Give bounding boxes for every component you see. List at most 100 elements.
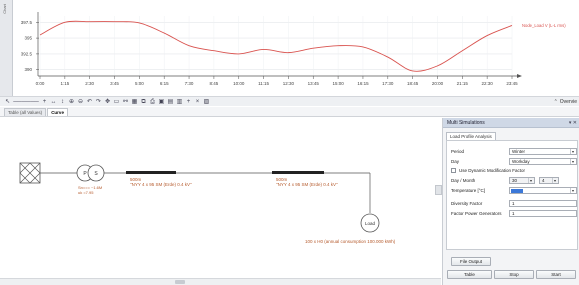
chart-icon[interactable]: ▥ [176,99,183,106]
external-grid-icon[interactable] [19,162,41,184]
table-button[interactable]: Table [447,270,492,279]
chart-tabs: Table (all Values) Curve [0,107,579,117]
horizontal-scrollbar[interactable] [0,278,441,285]
network-svg: P S Sn=== ~1.6M uk =7.95 500m "NYY 4 x 9… [19,162,396,244]
day-select[interactable]: Workday ▾ [509,158,577,165]
pan-icon[interactable]: ✥ [104,99,111,106]
period-value: Winter [512,149,526,154]
day-label: Day [451,159,460,164]
tab-table-all-values[interactable]: Table (all Values) [4,108,47,116]
month-number-select[interactable]: 4 ▾ [539,177,559,184]
pointer-icon[interactable]: ↖ [4,99,11,106]
period-select[interactable]: Winter ▾ [509,148,577,155]
temperature-label: Temperature [°C] [451,188,486,193]
overview-arrow-icon: ⌃ [553,99,558,105]
fit-icon[interactable]: ↕ [59,99,66,106]
x-tick-label: 6:15 [160,81,169,86]
link-icon[interactable]: ⚯ [122,99,129,106]
x-tick-label: 7:30 [185,81,194,86]
x-tick-label: 2:30 [85,81,94,86]
load-node-icon[interactable]: Load [360,213,380,233]
x-tick-label: 11:15 [258,81,269,86]
transformer-icon[interactable]: P S [76,164,105,182]
temperature-select[interactable]: ▾ [509,187,577,194]
copy-icon[interactable]: ⧉ [140,99,147,106]
x-tick-label: 1:15 [60,81,69,86]
x-tick-label: 12:30 [283,81,295,86]
voltage-chart: 397.5 395 392.5 390 0:00 1:15 2:30 3:45 5:00 6:15… [21,12,566,86]
file-output-button[interactable]: File Output [451,257,491,266]
x-tick-label: 20:00 [432,81,444,86]
dynamic-factor-checkbox[interactable] [451,168,456,173]
x-tick-label: 5:00 [135,81,144,86]
y-tick-label: 390 [24,67,32,72]
temperature-selection-highlight [511,189,523,193]
toolbar-icons: ↖ ────── + ↔ ↕ ⊕ ⊖ ↶ ↷ ✥ ▭ ⚯ ▦ ⧉ ⎙ ▣ ▤ ▥… [3,98,211,107]
export-icon[interactable]: ▨ [203,99,210,106]
day-number: 30 [512,178,518,183]
dynamic-factor-label: Use Dynamic Modification Factor [459,168,526,173]
x-tick-label: 15:00 [332,81,344,86]
start-button[interactable]: Start [536,270,576,279]
y-tick-label: 395 [24,36,32,41]
x-axis-arrow [517,74,522,78]
transformer-uk: uk =7.95 [78,190,94,195]
y-tick-label: 392.5 [21,51,33,56]
zoom-in-icon[interactable]: ⊕ [68,99,75,106]
diversity-factor-input[interactable]: 1 [509,200,577,207]
add-icon[interactable]: + [185,99,192,106]
cable2-name: "NYY 4 x 95 SM (Erde) 0.4 kV" [276,182,338,187]
left-rail[interactable]: Chart [0,0,13,96]
sim-panel-title: Multi Simulations [447,120,485,126]
voltage-chart-panel: 397.5 395 392.5 390 0:00 1:15 2:30 3:45 5:00 6:15… [0,0,579,96]
tab-load-profile-analysis[interactable]: Load Profile Analysis [446,132,496,140]
sim-panel-controls[interactable]: ▾ ✕ [569,120,577,126]
x-tick-label: 3:45 [110,81,119,86]
month-number: 4 [542,178,545,183]
chevron-down-icon: ▾ [570,188,574,193]
sim-panel-header: Multi Simulations ▾ ✕ [443,118,579,128]
overview-button[interactable]: ⌃ Overvie [554,99,577,105]
x-tick-label: 16:15 [357,81,369,86]
multi-simulations-panel: Multi Simulations ▾ ✕ Load Profile Analy… [442,118,579,285]
x-tick-label: 22:30 [482,81,494,86]
print-icon[interactable]: ⎙ [149,99,156,106]
arrows-icon[interactable]: ↔ [50,99,57,106]
redo-icon[interactable]: ↷ [95,99,102,106]
x-tick-label: 23:45 [506,81,518,86]
generator-factor-label: Factor Power Generators [451,211,502,216]
chevron-down-icon: ▾ [528,178,532,183]
load-profile-form: Period Winter ▾ Day Workday ▾ Use Dynami… [446,140,578,250]
voltage-series-line [39,20,513,72]
load-label: Load [365,221,376,226]
busbar-2[interactable] [272,171,324,174]
undo-icon[interactable]: ↶ [86,99,93,106]
day-month-label: Day / Month [451,178,476,183]
busbar-1[interactable] [126,171,176,174]
panel-splitter-handle[interactable] [435,185,442,195]
network-diagram[interactable]: P S Sn=== ~1.6M uk =7.95 500m "NYY 4 x 9… [0,118,441,278]
scrollbar-thumb[interactable] [175,280,185,284]
load-info: 100 x H0 (annual consumption 100.000 kWh… [305,239,396,244]
table-icon[interactable]: ▤ [167,99,174,106]
x-tick-label: 18:45 [407,81,419,86]
x-tick-label: 10:00 [233,81,245,86]
save-icon[interactable]: ▣ [158,99,165,106]
generator-factor-input[interactable]: 1 [509,210,577,217]
select-icon[interactable]: ▭ [113,99,120,106]
plus-icon[interactable]: + [41,99,48,106]
zoom-out-icon[interactable]: ⊖ [77,99,84,106]
rail-label: Chart [2,4,7,14]
day-number-select[interactable]: 30 ▾ [509,177,535,184]
x-tick-label: 8:45 [210,81,219,86]
chevron-down-icon: ▾ [570,159,574,164]
chevron-down-icon: ▾ [570,149,574,154]
stop-button[interactable]: Stop [494,270,534,279]
tab-curve[interactable]: Curve [47,108,68,116]
grid-icon[interactable]: ▦ [131,99,138,106]
close-icon[interactable]: × [194,99,201,106]
zoom-slider-icon[interactable]: ────── [13,99,39,106]
x-tick-label: 0:00 [36,81,45,86]
chart-toolbar: ↖ ────── + ↔ ↕ ⊕ ⊖ ↶ ↷ ✥ ▭ ⚯ ▦ ⧉ ⎙ ▣ ▤ ▥… [0,96,579,106]
x-tick-label: 17:30 [382,81,394,86]
